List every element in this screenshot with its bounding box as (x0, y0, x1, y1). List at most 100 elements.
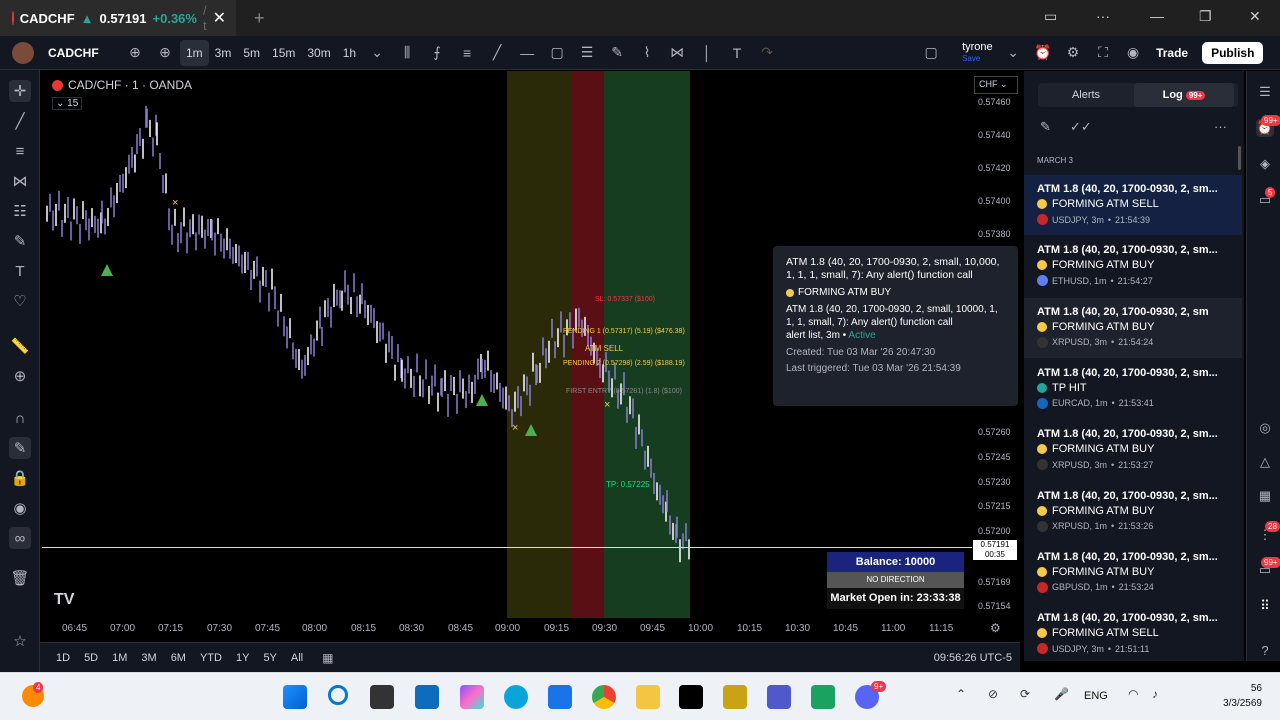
clock[interactable]: 56 3/3/2569 (1210, 681, 1262, 711)
range-5d[interactable]: 5D (84, 652, 98, 664)
interval-30m[interactable]: 30m (301, 40, 336, 66)
rectangle-icon[interactable]: ▢ (548, 44, 566, 62)
settings-icon[interactable]: ⚙ (1064, 44, 1082, 62)
target-icon[interactable]: ◎ (1256, 419, 1274, 437)
alert-log-item[interactable]: ATM 1.8 (40, 20, 1700-0930, 2, sm... FORM… (1024, 604, 1242, 664)
path-icon[interactable]: ⌇ (638, 44, 656, 62)
alert-log-item[interactable]: ATM 1.8 (40, 20, 1700-0930, 2, sm... FORM… (1024, 543, 1242, 603)
tab-log[interactable]: Log 99+ (1134, 83, 1234, 107)
help-icon[interactable]: ? (1256, 641, 1274, 659)
forecast-tool-icon[interactable]: ☷ (9, 200, 31, 222)
trendline-icon[interactable]: ╱ (488, 44, 506, 62)
eye-icon[interactable]: ◉ (9, 497, 31, 519)
fullscreen-icon[interactable]: ⛶ (1094, 44, 1112, 62)
ideas-icon[interactable]: △ (1256, 453, 1274, 471)
search-icon[interactable] (328, 685, 348, 705)
mic-icon[interactable]: 🎤 (1054, 687, 1069, 701)
link-icon[interactable]: ∞ (9, 527, 31, 549)
ruler-icon[interactable]: 📏 (9, 335, 31, 357)
watchlist-icon[interactable]: ☰ (1256, 83, 1274, 101)
store-icon[interactable] (548, 685, 572, 709)
explorer-icon[interactable] (636, 685, 660, 709)
range-1m[interactable]: 1M (112, 652, 127, 664)
redo-icon[interactable]: ↷ (758, 44, 776, 62)
panel-scrollbar[interactable] (1238, 146, 1241, 170)
chevron-down-icon[interactable]: ⌄ (1004, 44, 1022, 62)
range-1d[interactable]: 1D (56, 652, 70, 664)
copilot-icon[interactable] (460, 685, 484, 709)
restore-icon[interactable]: ❐ (1199, 8, 1212, 25)
range-3m[interactable]: 3M (141, 652, 156, 664)
language-indicator[interactable]: ENG (1084, 690, 1108, 702)
candles-icon[interactable]: ⫼ (398, 44, 416, 62)
lines-icon[interactable]: ≡ (458, 44, 476, 62)
sync-icon[interactable]: ⟳ (1020, 687, 1030, 701)
tab-close-icon[interactable]: ✕ (213, 8, 226, 28)
browser-tab[interactable]: CADCHF ▲ 0.57191 +0.36% / t ✕ (0, 0, 236, 36)
tray-icon[interactable]: ⊘ (988, 687, 998, 701)
trade-button[interactable]: Trade (1156, 46, 1188, 60)
stay-drawing-icon[interactable]: ✎ (9, 437, 31, 459)
text-tool-icon[interactable]: T (9, 260, 31, 282)
chat-app-icon[interactable] (811, 685, 835, 709)
publish-button[interactable]: Publish (1202, 41, 1264, 64)
metatrader-icon[interactable] (723, 685, 747, 709)
fib-tool-icon[interactable]: ≡ (9, 140, 31, 162)
range-1y[interactable]: 1Y (236, 652, 249, 664)
compare-icon[interactable]: ⊕ (126, 44, 144, 62)
lock-icon[interactable]: 🔒 (9, 467, 31, 489)
crosshair-icon[interactable]: ✛ (9, 80, 31, 102)
symbol-search[interactable]: CADCHF (48, 46, 120, 60)
pattern-icon[interactable]: ⋈ (668, 44, 686, 62)
panel-more-icon[interactable]: ··· (1214, 119, 1227, 134)
alert-log-item[interactable]: ATM 1.8 (40, 20, 1700-0930, 2, sm... FORM… (1024, 236, 1242, 296)
utc-clock[interactable]: 09:56:26 UTC-5 (934, 652, 1012, 664)
edge-icon[interactable] (504, 685, 528, 709)
alert-log-item[interactable]: ATM 1.8 (40, 20, 1700-0930, 2, sm... TP H… (1024, 359, 1242, 419)
mark-read-icon[interactable]: ✓✓ (1070, 119, 1092, 135)
chart-settings-icon[interactable]: ⚙ (990, 621, 1001, 635)
interval-15m[interactable]: 15m (266, 40, 301, 66)
heart-icon[interactable]: ♡ (9, 290, 31, 312)
brush-clear-icon[interactable]: ✎ (1040, 119, 1051, 135)
start-icon[interactable] (283, 685, 307, 709)
range-6m[interactable]: 6M (171, 652, 186, 664)
close-window-icon[interactable]: ✕ (1249, 8, 1261, 25)
more-icon[interactable]: ··· (1096, 8, 1110, 24)
interval-1h[interactable]: 1h (337, 40, 362, 66)
interval-5m[interactable]: 5m (237, 40, 266, 66)
text-icon[interactable]: T (728, 44, 746, 62)
minimize-icon[interactable]: — (1150, 8, 1164, 24)
layout-icon[interactable]: ▭ (1044, 8, 1057, 25)
layout-name[interactable]: tyrone Save (962, 41, 998, 64)
indicators-icon[interactable]: ⨍ (428, 44, 446, 62)
magnet-icon[interactable]: ∩ (9, 407, 31, 429)
trash-icon[interactable]: 🗑 (9, 567, 31, 589)
zoom-icon[interactable]: ⊕ (9, 365, 31, 387)
pattern-tool-icon[interactable]: ⋈ (9, 170, 31, 192)
task-view-icon[interactable] (370, 685, 394, 709)
brush-tool-icon[interactable]: ✎ (9, 230, 31, 252)
horizontal-line-icon[interactable]: — (518, 44, 536, 62)
calendar-icon[interactable]: ▦ (1256, 487, 1274, 505)
alert-log-item[interactable]: ATM 1.8 (40, 20, 1700-0930, 2, sm FORMING… (1024, 297, 1242, 358)
teams-icon[interactable] (767, 685, 791, 709)
tab-alerts[interactable]: Alerts (1038, 83, 1134, 107)
camera-icon[interactable]: ◉ (1124, 44, 1142, 62)
volume-icon[interactable]: ♪ (1152, 687, 1158, 701)
new-tab-icon[interactable]: + (254, 8, 265, 29)
alert-log-item[interactable]: ATM 1.8 (40, 20, 1700-0930, 2, sm... FORM… (1024, 175, 1242, 235)
wifi-icon[interactable]: ◠ (1128, 687, 1138, 701)
tradingview-logo[interactable]: TV (54, 591, 74, 609)
apps-grid-icon[interactable]: ⠿ (1256, 597, 1274, 615)
currency-select[interactable]: CHF ⌄ (974, 76, 1018, 94)
range-all[interactable]: All (291, 652, 303, 664)
interval-1m[interactable]: 1m (180, 39, 209, 66)
trendline-tool-icon[interactable]: ╱ (9, 110, 31, 132)
interval-3m[interactable]: 3m (209, 40, 238, 66)
chrome-icon[interactable] (592, 685, 616, 709)
layout-select-icon[interactable]: ▢ (922, 44, 940, 62)
alert-log-item[interactable]: ATM 1.8 (40, 20, 1700-0930, 2, sm... FORM… (1024, 420, 1242, 480)
fib-icon[interactable]: ☰ (578, 44, 596, 62)
favorites-icon[interactable]: ☆ (9, 630, 31, 652)
